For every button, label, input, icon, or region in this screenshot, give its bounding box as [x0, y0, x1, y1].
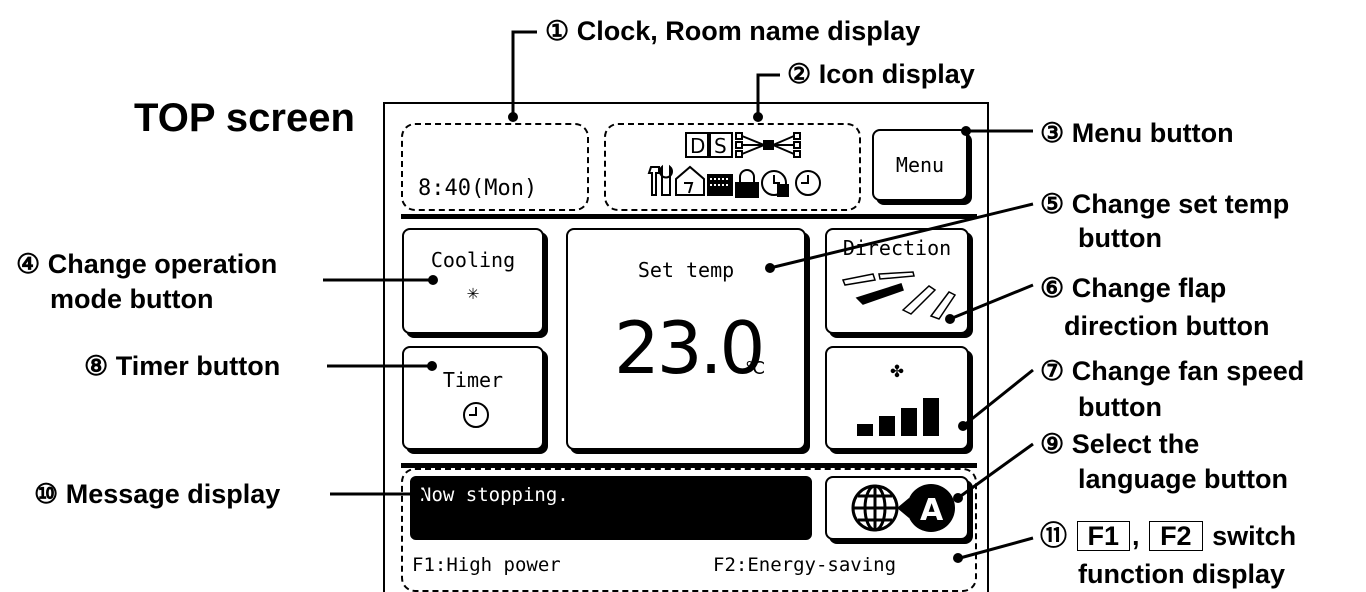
leader-flap [949, 283, 1034, 321]
leader-fan [962, 368, 1034, 428]
callout-leader-lines [323, 30, 1034, 563]
leader-set-temp [769, 202, 1034, 270]
leader-clock [511, 30, 537, 113]
leader-f-switch [959, 536, 1034, 560]
leader-icons [756, 73, 780, 113]
leader-language [957, 442, 1034, 500]
